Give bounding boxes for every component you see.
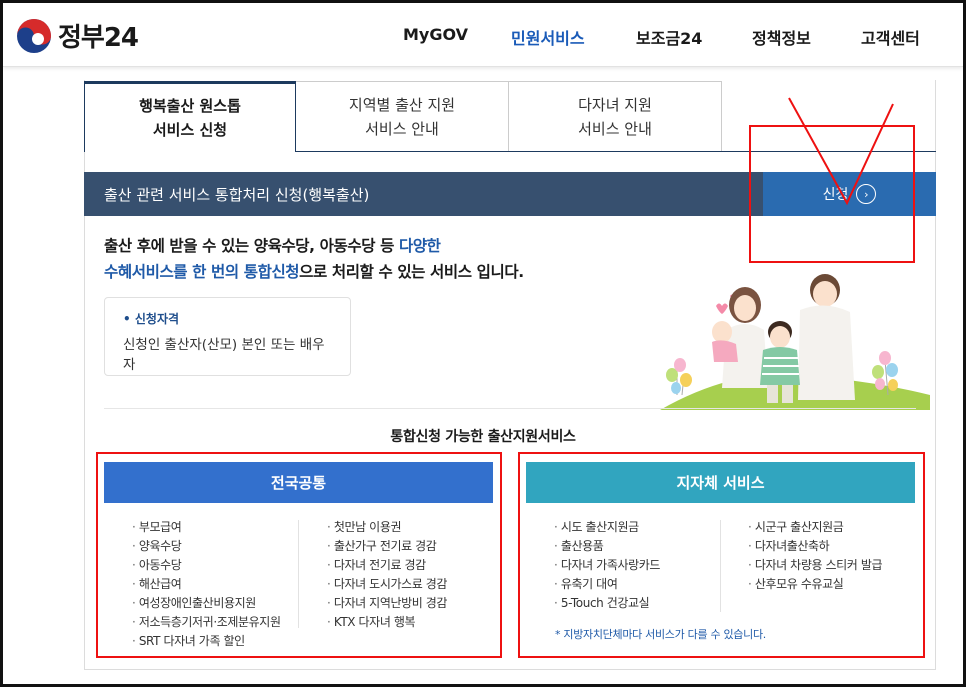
local-services-note: * 지방자치단체마다 서비스가 다를 수 있습니다. — [555, 628, 766, 641]
nav-customer-center[interactable]: 고객센터 — [861, 25, 920, 49]
tab-label-line1: 행복출산 원스톱 — [139, 97, 241, 115]
list-item: 저소득층기저귀·조제분유지원 — [132, 613, 281, 632]
logo[interactable]: 정부24 — [16, 17, 139, 54]
local-list-right: 시군구 출산지원금 다자녀출산축하 다자녀 차량용 스티커 발급 산후모유 수유… — [748, 518, 883, 594]
nav-civil-service[interactable]: 민원서비스 — [511, 25, 585, 49]
eligibility-box: 신청자격 신청인 출산자(산모) 본인 또는 배우자 — [104, 297, 351, 376]
desc-highlight-2: 수혜서비스를 한 번의 통합신청 — [104, 263, 300, 281]
list-item: 출산용품 — [554, 537, 660, 556]
list-item: 유축기 대여 — [554, 575, 660, 594]
tab-one-stop-apply[interactable]: 행복출산 원스톱 서비스 신청 — [84, 81, 296, 152]
national-services-header: 전국공통 — [104, 462, 493, 503]
list-item: 시군구 출산지원금 — [748, 518, 882, 537]
logo-text: 정부24 — [58, 23, 139, 53]
list-item: 첫만남 이용권 — [327, 518, 447, 537]
list-item: SRT 다자녀 가족 할인 — [132, 632, 281, 651]
column-separator — [298, 520, 299, 628]
nav-subsidy24[interactable]: 보조금24 — [636, 25, 702, 49]
list-item: 해산급여 — [132, 575, 281, 594]
section-title: 통합신청 가능한 출산지원서비스 — [390, 429, 576, 445]
list-item: 여성장애인출산비용지원 — [132, 594, 281, 613]
local-services-header: 지자체 서비스 — [526, 462, 915, 503]
list-item: 다자녀 도시가스료 경감 — [327, 575, 448, 594]
desc-line2: 으로 처리할 수 있는 서비스 입니다. — [299, 263, 524, 281]
nav-mygov[interactable]: MyGOV — [403, 25, 468, 44]
local-list-left: 시도 출산지원금 출산용품 다자녀 가족사랑카드 유축기 대여 5-Touch … — [554, 518, 661, 613]
list-item: 산후모유 수유교실 — [748, 575, 882, 594]
tab-multi-child-support[interactable]: 다자녀 지원 서비스 안내 — [509, 81, 722, 152]
tab-underline — [296, 151, 936, 152]
service-description: 출산 후에 받을 수 있는 양육수당, 아동수당 등 다양한 수혜서비스를 한 … — [104, 233, 524, 285]
national-list-right: 첫만남 이용권 출산가구 전기료 경감 다자녀 전기료 경감 다자녀 도시가스료… — [327, 518, 448, 632]
column-separator — [720, 520, 721, 612]
desc-highlight-1: 다양한 — [398, 237, 441, 255]
tab-label-line2: 서비스 신청 — [152, 121, 228, 139]
list-item: 양육수당 — [132, 537, 281, 556]
taegeuk-logo-icon — [17, 18, 51, 53]
nav-policy-info[interactable]: 정책정보 — [752, 25, 811, 49]
apply-button[interactable]: 신청 › — [763, 172, 936, 216]
desc-line1: 출산 후에 받을 수 있는 양육수당, 아동수당 등 — [104, 237, 399, 255]
list-item: 시도 출산지원금 — [554, 518, 660, 537]
tab-label-line1: 지역별 출산 지원 — [348, 95, 456, 114]
list-item: KTX 다자녀 행복 — [327, 613, 447, 632]
tab-label-line1: 다자녀 지원 — [578, 95, 652, 114]
list-item: 다자녀출산축하 — [748, 537, 882, 556]
list-item: 5-Touch 건강교실 — [554, 594, 660, 613]
eligibility-text: 신청인 출산자(산모) 본인 또는 배우자 — [123, 337, 325, 373]
service-title: 출산 관련 서비스 통합처리 신청(행복출산) — [104, 186, 370, 204]
chevron-right-icon: › — [856, 184, 877, 204]
list-item: 다자녀 지역난방비 경감 — [327, 594, 448, 613]
list-item: 부모급여 — [132, 518, 281, 537]
eligibility-label: 신청자격 — [123, 310, 332, 327]
list-item: 출산가구 전기료 경감 — [327, 537, 447, 556]
list-item: 아동수당 — [132, 556, 281, 575]
tab-regional-support[interactable]: 지역별 출산 지원 서비스 안내 — [296, 81, 509, 152]
apply-label: 신청 — [822, 187, 849, 203]
tab-label-line2: 서비스 안내 — [365, 119, 439, 138]
section-divider — [104, 408, 916, 409]
site-header: 정부24 MyGOV 민원서비스 보조금24 정책정보 고객센터 — [3, 3, 963, 67]
list-item: 다자녀 전기료 경감 — [327, 556, 447, 575]
list-item: 다자녀 가족사랑카드 — [554, 556, 661, 575]
national-list-left: 부모급여 양육수당 아동수당 해산급여 여성장애인출산비용지원 저소득층기저귀·… — [132, 518, 281, 651]
list-item: 다자녀 차량용 스티커 발급 — [748, 556, 883, 575]
family-illustration — [660, 274, 930, 410]
tab-label-line2: 서비스 안내 — [578, 119, 652, 138]
service-bar: 출산 관련 서비스 통합처리 신청(행복출산) 신청 › — [84, 172, 936, 216]
